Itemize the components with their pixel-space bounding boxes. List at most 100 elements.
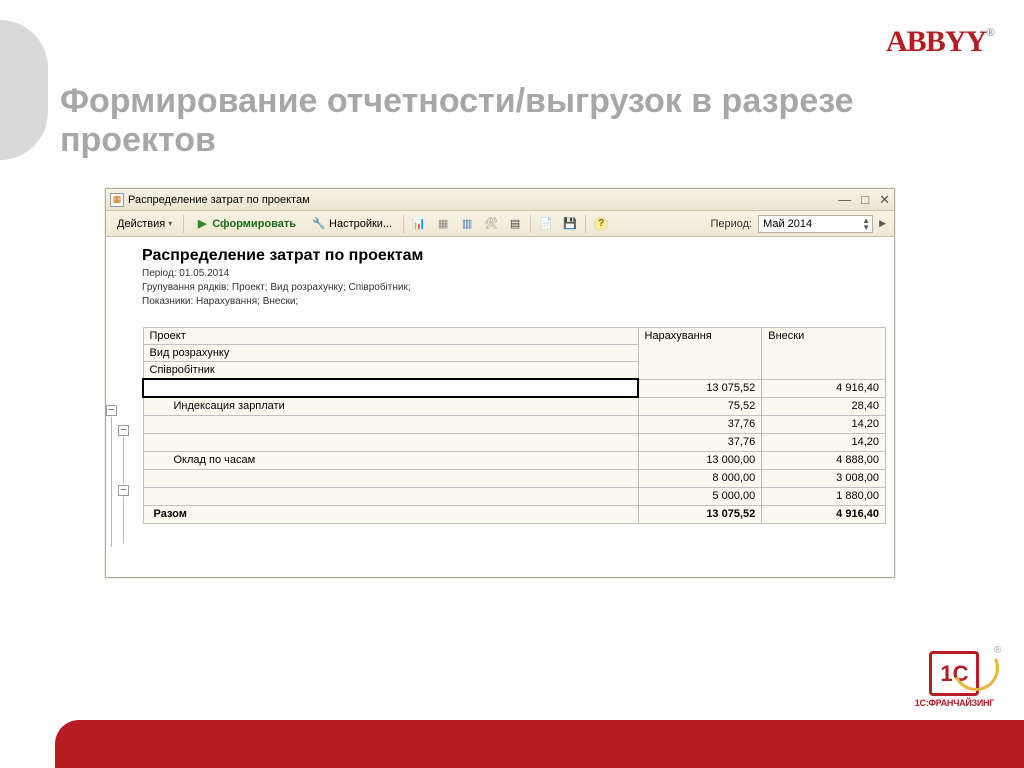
slide-title: Формирование отчетности/выгрузок в разре… (60, 82, 984, 160)
abbyy-text: ABBYY (886, 25, 986, 58)
cell-name (143, 379, 638, 397)
app-window: ▦ Распределение затрат по проектам — □ ✕… (105, 188, 895, 578)
table-total-row[interactable]: Разом 13 075,52 4 916,40 (143, 505, 886, 523)
cell-nar: 75,52 (638, 397, 762, 415)
chart-button[interactable]: 📊 (408, 214, 430, 234)
window-title: Распределение затрат по проектам (128, 194, 310, 206)
registered-icon: ® (994, 645, 1001, 656)
report-body: Распределение затрат по проектам Період:… (106, 237, 894, 577)
col-project: Проект (144, 328, 638, 345)
slide-decor-left (0, 20, 48, 160)
step-down-icon[interactable]: ▼ (862, 224, 870, 231)
maximize-button[interactable]: □ (861, 192, 869, 208)
cell-name: Разом (143, 505, 638, 523)
save-icon: 💾 (563, 217, 577, 231)
cell-name: Индексация зарплати (143, 397, 638, 415)
table-row[interactable]: 37,76 14,20 (143, 415, 886, 433)
minimize-button[interactable]: — (838, 192, 851, 208)
settings-button[interactable]: 🔧 Настройки... (305, 214, 399, 234)
grid-button[interactable]: ▥ (456, 214, 478, 234)
col-employee: Співробітник (144, 362, 638, 378)
cell-vn: 4 916,40 (762, 379, 886, 397)
window-icon: ▦ (110, 193, 124, 207)
layout-button[interactable]: 🛠 (480, 214, 502, 234)
report-meta-period: Період: 01.05.2014 (142, 267, 886, 281)
cell-vn: 14,20 (762, 433, 886, 451)
window-titlebar[interactable]: ▦ Распределение затрат по проектам — □ ✕ (106, 189, 894, 211)
help-button[interactable]: ? (590, 214, 612, 234)
cell-nar: 13 075,52 (638, 505, 762, 523)
col-narakhuvannya: Нарахування (638, 328, 762, 380)
table-row[interactable]: 5 000,00 1 880,00 (143, 487, 886, 505)
table-row[interactable]: 37,76 14,20 (143, 433, 886, 451)
cell-vn: 28,40 (762, 397, 886, 415)
actions-label: Действия (117, 218, 165, 230)
slide-decor-bottom (55, 720, 1024, 768)
cell-name (143, 487, 638, 505)
period-value: Май 2014 (763, 218, 812, 230)
period-label: Период: (710, 218, 752, 230)
period-stepper[interactable]: ▲▼ (862, 217, 870, 231)
tree-line (123, 497, 124, 543)
expand-toggle[interactable]: − (106, 405, 117, 416)
report-icon: 📄 (539, 217, 553, 231)
separator (183, 215, 184, 233)
cell-nar: 5 000,00 (638, 487, 762, 505)
cell-vn: 4 888,00 (762, 451, 886, 469)
chevron-right-icon: ▶ (879, 218, 886, 229)
cell-vn: 1 880,00 (762, 487, 886, 505)
registered-icon: ® (986, 25, 994, 39)
report-table: Проект Вид розрахунку Співробітник Нарах… (142, 327, 886, 524)
table-row[interactable]: 8 000,00 3 008,00 (143, 469, 886, 487)
cell-name: Оклад по часам (143, 451, 638, 469)
cell-nar: 37,76 (638, 415, 762, 433)
expand-toggle[interactable]: − (118, 485, 129, 496)
separator (530, 215, 531, 233)
help-icon: ? (594, 217, 608, 231)
close-button[interactable]: ✕ (879, 192, 890, 208)
period-next-button[interactable]: ▶ (875, 214, 890, 234)
cell-vn: 4 916,40 (762, 505, 886, 523)
actions-menu[interactable]: Действия ▾ (110, 214, 179, 234)
onec-logo: 1С ® 1С:ФРАНЧАЙЗИНГ (915, 651, 994, 708)
play-icon: ▶ (195, 217, 209, 231)
table-row[interactable]: 13 075,52 4 916,40 (143, 379, 886, 397)
table-row[interactable]: Индексация зарплати 75,52 28,40 (143, 397, 886, 415)
toolbar: Действия ▾ ▶ Сформировать 🔧 Настройки...… (106, 211, 894, 237)
form-label: Сформировать (212, 218, 296, 230)
table-icon: ▤ (508, 217, 522, 231)
cell-nar: 8 000,00 (638, 469, 762, 487)
cell-name (143, 415, 638, 433)
report-meta-grouping: Групування рядків: Проект; Вид розрахунк… (142, 281, 886, 295)
cell-name (143, 433, 638, 451)
expand-toggle[interactable]: − (118, 425, 129, 436)
table-row[interactable]: Оклад по часам 13 000,00 4 888,00 (143, 451, 886, 469)
tree-line (111, 417, 112, 547)
cell-vn: 14,20 (762, 415, 886, 433)
onec-subtitle: 1С:ФРАНЧАЙЗИНГ (915, 698, 994, 708)
layout-icon: 🛠 (484, 217, 498, 231)
report-button[interactable]: 📄 (535, 214, 557, 234)
save-button[interactable]: 💾 (559, 214, 581, 234)
separator (585, 215, 586, 233)
grid-icon: ▥ (460, 217, 474, 231)
col-vnesky: Внески (762, 328, 886, 380)
table-button[interactable]: ▤ (504, 214, 526, 234)
form-button[interactable]: ▶ Сформировать (188, 214, 303, 234)
chart-icon: 📊 (412, 217, 426, 231)
report-meta-indicators: Показники: Нарахування; Внески; (142, 295, 886, 309)
cell-name (143, 469, 638, 487)
separator (403, 215, 404, 233)
report-title: Распределение затрат по проектам (142, 247, 886, 265)
cell-nar: 37,76 (638, 433, 762, 451)
wrench-icon: 🔧 (312, 217, 326, 231)
cell-nar: 13 075,52 (638, 379, 762, 397)
wizard-icon: ▦ (436, 217, 450, 231)
col-calctype: Вид розрахунку (144, 345, 638, 362)
wizard-button[interactable]: ▦ (432, 214, 454, 234)
cell-nar: 13 000,00 (638, 451, 762, 469)
period-input[interactable]: Май 2014 ▲▼ (758, 215, 873, 233)
dropdown-icon: ▾ (168, 219, 172, 228)
cell-vn: 3 008,00 (762, 469, 886, 487)
abbyy-logo: ABBYY® (886, 25, 994, 59)
